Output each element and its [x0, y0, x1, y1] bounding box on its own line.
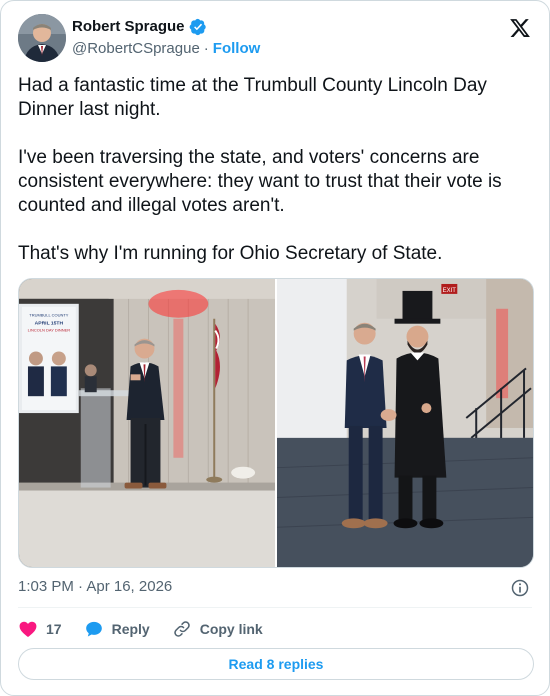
separator-dot: ·	[203, 40, 209, 57]
reply-button[interactable]: Reply	[84, 619, 150, 639]
action-bar: 17 Reply Copy link	[18, 618, 285, 640]
author-name[interactable]: Robert Sprague	[72, 17, 185, 37]
read-replies-button[interactable]: Read 8 replies	[18, 648, 534, 680]
speaker-photo: TRUMBULL COUNTY APRIL 15TH LINCOLN DAY D…	[19, 279, 275, 567]
link-icon	[173, 621, 190, 637]
copy-link-label: Copy link	[199, 621, 263, 637]
exit-sign-text: EXIT	[443, 288, 457, 294]
like-count: 17	[46, 621, 62, 637]
x-logo-icon[interactable]	[509, 17, 531, 39]
handshake-photo: EXIT	[277, 279, 533, 567]
reply-label: Reply	[111, 621, 150, 637]
tweet-paragraph: That's why I'm running for Ohio Secretar…	[18, 243, 443, 264]
tweet-media[interactable]: TRUMBULL COUNTY APRIL 15TH LINCOLN DAY D…	[18, 278, 534, 568]
reply-bubble-icon	[85, 621, 102, 637]
copy-link-button[interactable]: Copy link	[172, 619, 263, 639]
photo-handshake-lincoln[interactable]: EXIT	[277, 279, 533, 567]
divider	[18, 607, 532, 608]
verified-badge-icon	[189, 18, 206, 36]
slide-line: TRUMBULL COUNTY	[29, 313, 69, 318]
author-name-row: Robert Sprague	[72, 17, 207, 37]
tweet-timestamp[interactable]: 1:03 PM · Apr 16, 2026	[18, 577, 172, 597]
info-icon[interactable]	[510, 578, 530, 598]
author-handle[interactable]: @RobertCSprague	[72, 39, 200, 59]
avatar[interactable]	[18, 14, 66, 62]
tweet-paragraph: I've been traversing the state, and vote…	[18, 147, 507, 216]
author-handle-row: @RobertCSprague · Follow	[72, 39, 260, 59]
follow-button[interactable]: Follow	[213, 39, 261, 59]
like-button[interactable]: 17	[18, 619, 62, 639]
heart-icon	[19, 621, 37, 637]
tweet-paragraph: Had a fantastic time at the Trumbull Cou…	[18, 75, 493, 120]
slide-line: LINCOLN DAY DINNER	[28, 328, 71, 333]
read-replies-label: Read 8 replies	[228, 656, 324, 672]
tweet-card: Robert Sprague @RobertCSprague · Follow …	[0, 0, 550, 696]
avatar-image	[18, 14, 66, 62]
tweet-text: Had a fantastic time at the Trumbull Cou…	[18, 74, 534, 266]
slide-line: APRIL 15TH	[35, 321, 64, 327]
photo-speaker-at-podium[interactable]: TRUMBULL COUNTY APRIL 15TH LINCOLN DAY D…	[19, 279, 275, 567]
